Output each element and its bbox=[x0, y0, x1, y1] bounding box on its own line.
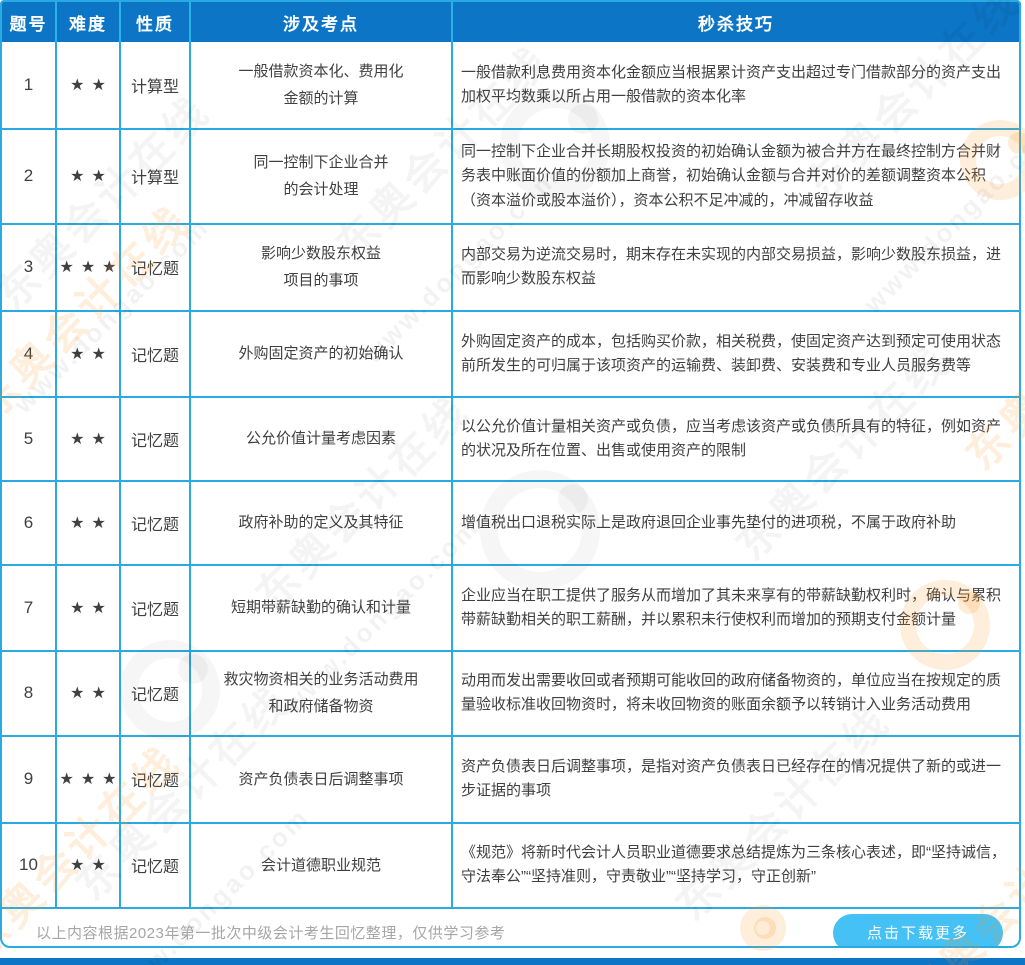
cell-nature: 记忆题 bbox=[121, 482, 191, 566]
cell-topic: 短期带薪缺勤的确认和计量 bbox=[191, 566, 453, 652]
tip-text: 以公允价值计量相关资产或负债，应当考虑该资产或负债所具有的特征，例如资产的状况及… bbox=[461, 415, 1011, 464]
cell-nature: 记忆题 bbox=[121, 737, 191, 824]
cell-topic: 外购固定资产的初始确认 bbox=[191, 312, 453, 398]
table-row: 10 ★★ 记忆题 会计道德职业规范 《规范》将新时代会计人员职业道德要求总结提… bbox=[2, 824, 1019, 909]
footer: 以上内容根据2023年第一批次中级会计考生回忆整理，仅供学习参考 点击下载更多 bbox=[2, 909, 1019, 948]
cell-nature: 记忆题 bbox=[121, 312, 191, 398]
cell-number: 6 bbox=[2, 482, 57, 566]
table-row: 3 ★★★ 记忆题 影响少数股东权益 项目的事项 内部交易为逆流交易时，期末存在… bbox=[2, 225, 1019, 312]
cell-number: 2 bbox=[2, 130, 57, 225]
cell-topic: 政府补助的定义及其特征 bbox=[191, 482, 453, 566]
tip-text: 增值税出口退税实际上是政府退回企业事先垫付的进项税，不属于政府补助 bbox=[461, 511, 956, 535]
tip-text: 同一控制下企业合并长期股权投资的初始确认金额为被合并方在最终控制方合并财务表中账… bbox=[461, 140, 1011, 213]
cell-nature: 记忆题 bbox=[121, 566, 191, 652]
cell-difficulty-stars: ★★ bbox=[57, 566, 121, 652]
cell-number: 3 bbox=[2, 225, 57, 312]
cell-number: 8 bbox=[2, 652, 57, 737]
download-more-button[interactable]: 点击下载更多 bbox=[833, 914, 1003, 948]
cell-difficulty-stars: ★★ bbox=[57, 130, 121, 225]
cell-difficulty-stars: ★★ bbox=[57, 398, 121, 482]
header-cell-tips: 秒杀技巧 bbox=[453, 2, 1019, 42]
cell-topic: 资产负债表日后调整事项 bbox=[191, 737, 453, 824]
tip-text: 外购固定资产的成本，包括购买价款，相关税费，使固定资产达到预定可使用状态前所发生… bbox=[461, 330, 1011, 379]
cell-topic: 会计道德职业规范 bbox=[191, 824, 453, 909]
cell-number: 5 bbox=[2, 398, 57, 482]
cell-number: 4 bbox=[2, 312, 57, 398]
cell-number: 9 bbox=[2, 737, 57, 824]
content-sheet: 题号 难度 性质 涉及考点 秒杀技巧 1 ★★ 计算型 一般借款资本化、费用化 … bbox=[0, 0, 1021, 948]
cell-topic: 公允价值计量考虑因素 bbox=[191, 398, 453, 482]
cell-tip: 《规范》将新时代会计人员职业道德要求总结提炼为三条核心表述，即“坚持诚信，守法奉… bbox=[453, 824, 1019, 909]
page: { "table": { "headers": ["题号", "难度", "性质… bbox=[0, 0, 1025, 965]
tip-text: 《规范》将新时代会计人员职业道德要求总结提炼为三条核心表述，即“坚持诚信，守法奉… bbox=[461, 841, 1011, 890]
cell-difficulty-stars: ★★ bbox=[57, 482, 121, 566]
table-row: 2 ★★ 计算型 同一控制下企业合并 的会计处理 同一控制下企业合并长期股权投资… bbox=[2, 130, 1019, 225]
cell-tip: 动用而发出需要收回或者预期可能收回的政府储备物资的，单位应当在按规定的质量验收标… bbox=[453, 652, 1019, 737]
tip-text: 动用而发出需要收回或者预期可能收回的政府储备物资的，单位应当在按规定的质量验收标… bbox=[461, 669, 1011, 718]
cell-difficulty-stars: ★★★ bbox=[57, 737, 121, 824]
table-row: 9 ★★★ 记忆题 资产负债表日后调整事项 资产负债表日后调整事项，是指对资产负… bbox=[2, 737, 1019, 824]
cell-number: 10 bbox=[2, 824, 57, 909]
table-row: 4 ★★ 记忆题 外购固定资产的初始确认 外购固定资产的成本，包括购买价款，相关… bbox=[2, 312, 1019, 398]
cell-difficulty-stars: ★★ bbox=[57, 42, 121, 130]
cell-difficulty-stars: ★★ bbox=[57, 824, 121, 909]
tip-text: 企业应当在职工提供了服务从而增加了其未来享有的带薪缺勤权利时，确认与累积带薪缺勤… bbox=[461, 584, 1011, 633]
cell-tip: 资产负债表日后调整事项，是指对资产负债表日已经存在的情况提供了新的或进一步证据的… bbox=[453, 737, 1019, 824]
cell-tip: 外购固定资产的成本，包括购买价款，相关税费，使固定资产达到预定可使用状态前所发生… bbox=[453, 312, 1019, 398]
cell-nature: 记忆题 bbox=[121, 225, 191, 312]
cell-nature: 计算型 bbox=[121, 42, 191, 130]
table-header-row: 题号 难度 性质 涉及考点 秒杀技巧 bbox=[2, 2, 1019, 42]
header-cell-difficulty: 难度 bbox=[57, 2, 121, 42]
tip-text: 内部交易为逆流交易时，期末存在未实现的内部交易损益，影响少数股东损益，进而影响少… bbox=[461, 243, 1011, 292]
cell-topic: 同一控制下企业合并 的会计处理 bbox=[191, 130, 453, 225]
cell-number: 1 bbox=[2, 42, 57, 130]
table-row: 1 ★★ 计算型 一般借款资本化、费用化 金额的计算 一般借款利息费用资本化金额… bbox=[2, 42, 1019, 130]
tip-text: 资产负债表日后调整事项，是指对资产负债表日已经存在的情况提供了新的或进一步证据的… bbox=[461, 755, 1011, 804]
cell-topic: 救灾物资相关的业务活动费用 和政府储备物资 bbox=[191, 652, 453, 737]
cell-topic: 影响少数股东权益 项目的事项 bbox=[191, 225, 453, 312]
cell-nature: 计算型 bbox=[121, 130, 191, 225]
cell-topic: 一般借款资本化、费用化 金额的计算 bbox=[191, 42, 453, 130]
table-row: 8 ★★ 记忆题 救灾物资相关的业务活动费用 和政府储备物资 动用而发出需要收回… bbox=[2, 652, 1019, 737]
cell-nature: 记忆题 bbox=[121, 824, 191, 909]
header-cell-number: 题号 bbox=[2, 2, 57, 42]
table-row: 7 ★★ 记忆题 短期带薪缺勤的确认和计量 企业应当在职工提供了服务从而增加了其… bbox=[2, 566, 1019, 652]
cell-tip: 内部交易为逆流交易时，期末存在未实现的内部交易损益，影响少数股东损益，进而影响少… bbox=[453, 225, 1019, 312]
cell-tip: 增值税出口退税实际上是政府退回企业事先垫付的进项税，不属于政府补助 bbox=[453, 482, 1019, 566]
table-row: 5 ★★ 记忆题 公允价值计量考虑因素 以公允价值计量相关资产或负债，应当考虑该… bbox=[2, 398, 1019, 482]
cell-tip: 企业应当在职工提供了服务从而增加了其未来享有的带薪缺勤权利时，确认与累积带薪缺勤… bbox=[453, 566, 1019, 652]
header-cell-topics: 涉及考点 bbox=[191, 2, 453, 42]
cell-difficulty-stars: ★★ bbox=[57, 312, 121, 398]
table-row: 6 ★★ 记忆题 政府补助的定义及其特征 增值税出口退税实际上是政府退回企业事先… bbox=[2, 482, 1019, 566]
bottom-blue-bar bbox=[0, 958, 1025, 965]
footer-note: 以上内容根据2023年第一批次中级会计考生回忆整理，仅供学习参考 bbox=[36, 922, 505, 943]
header-cell-nature: 性质 bbox=[121, 2, 191, 42]
cell-number: 7 bbox=[2, 566, 57, 652]
cell-tip: 一般借款利息费用资本化金额应当根据累计资产支出超过专门借款部分的资产支出加权平均… bbox=[453, 42, 1019, 130]
cell-tip: 同一控制下企业合并长期股权投资的初始确认金额为被合并方在最终控制方合并财务表中账… bbox=[453, 130, 1019, 225]
tip-text: 一般借款利息费用资本化金额应当根据累计资产支出超过专门借款部分的资产支出加权平均… bbox=[461, 61, 1011, 110]
cell-tip: 以公允价值计量相关资产或负债，应当考虑该资产或负债所具有的特征，例如资产的状况及… bbox=[453, 398, 1019, 482]
cell-nature: 记忆题 bbox=[121, 398, 191, 482]
cell-difficulty-stars: ★★ bbox=[57, 652, 121, 737]
cell-difficulty-stars: ★★★ bbox=[57, 225, 121, 312]
cell-nature: 记忆题 bbox=[121, 652, 191, 737]
